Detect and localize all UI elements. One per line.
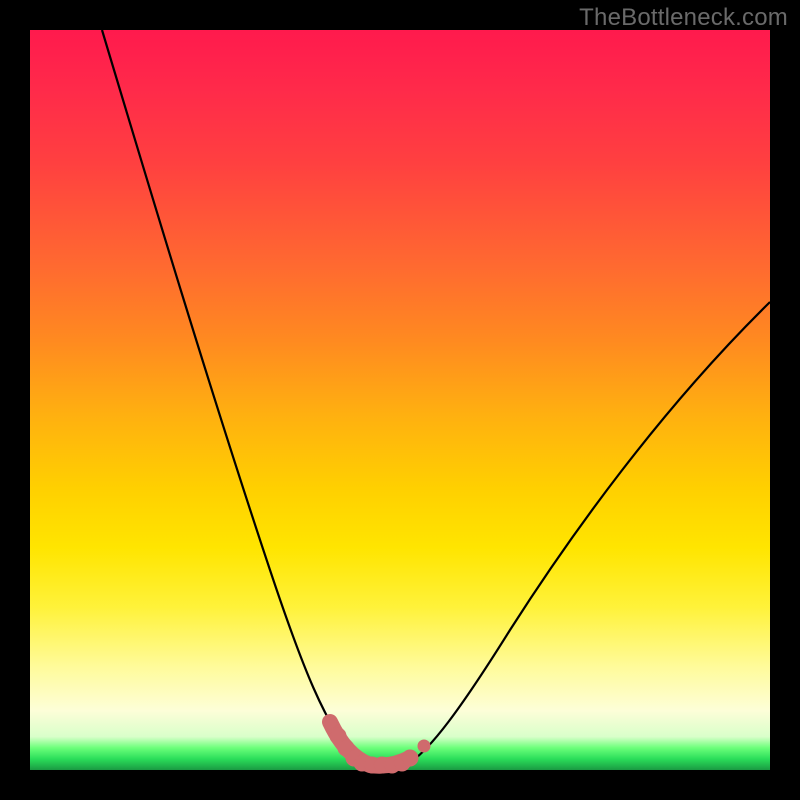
chart-svg: [30, 30, 770, 770]
marker-cluster: [323, 715, 430, 773]
chart-frame: TheBottleneck.com: [0, 0, 800, 800]
curve-right: [408, 302, 770, 764]
curve-left: [102, 30, 408, 769]
watermark-text: TheBottleneck.com: [579, 4, 788, 32]
